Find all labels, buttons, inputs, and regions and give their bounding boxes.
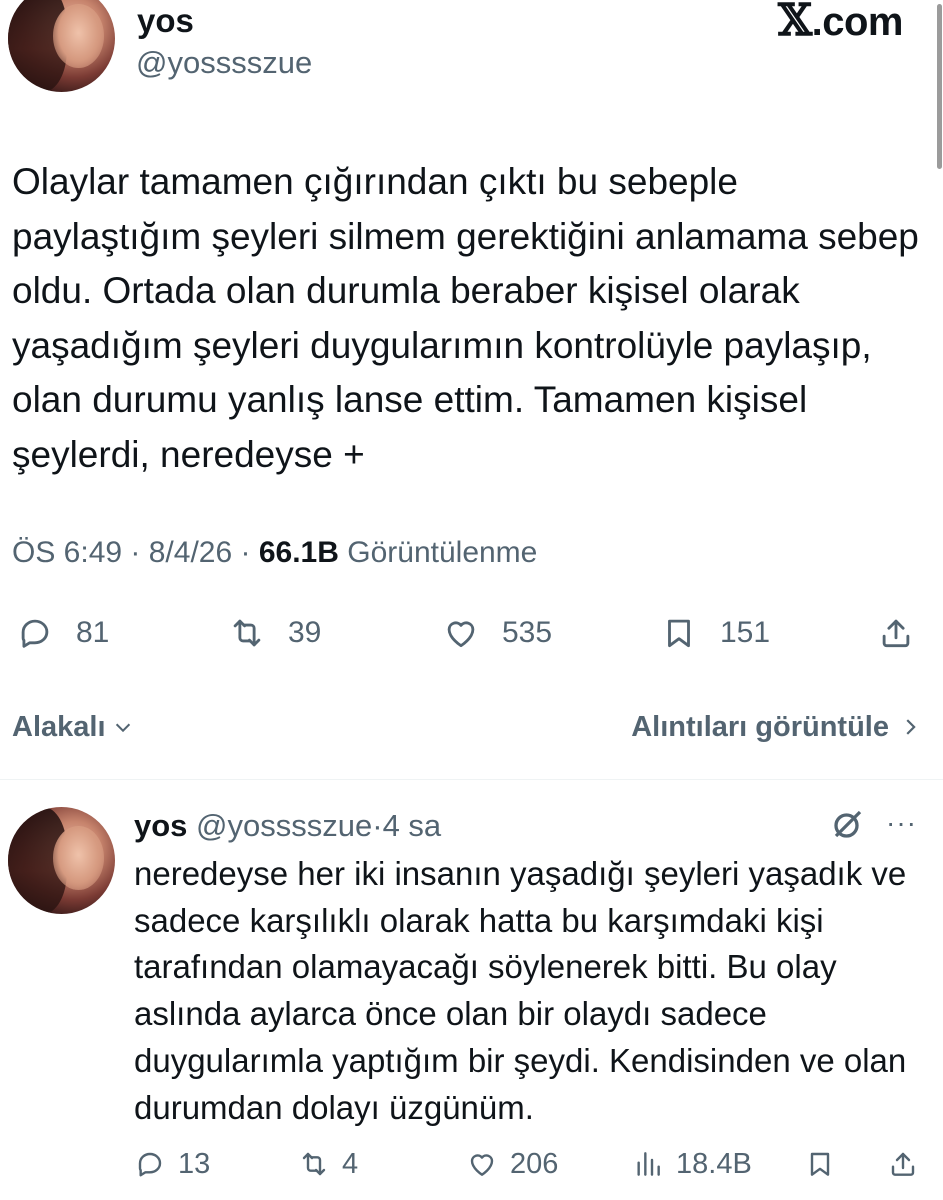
bookmark-count: 151 [720, 616, 771, 649]
chevron-right-icon [906, 719, 916, 735]
repost-count: 39 [288, 616, 322, 649]
grok-button[interactable] [830, 806, 870, 846]
tweet-action-bar: 81 39 535 151 [0, 605, 943, 661]
reply-handle[interactable]: @yosssszue [196, 808, 372, 843]
meta-separator: · [130, 536, 149, 569]
x-logo-icon: 𝕏 [778, 0, 812, 46]
repost-arrows-icon [302, 1152, 326, 1176]
relevance-label: Alakalı [12, 711, 106, 743]
tweet-meta: ÖS 6:49 · 8/4/26 · 66.1B Görüntülenme [12, 533, 537, 573]
tweet-display-name[interactable]: yos [137, 2, 194, 40]
views-label: Görüntülenme [347, 536, 538, 569]
reply-header: yos @yosssszue·4 sa [134, 806, 441, 846]
bookmark-icon [668, 619, 690, 648]
reply-repost-count: 4 [342, 1147, 359, 1180]
scrollbar[interactable] [937, 0, 943, 170]
reply-action-bar: 13 4 206 18.4B [0, 1140, 943, 1188]
reply-share-button[interactable] [887, 1140, 919, 1188]
view-quotes-link[interactable]: Alıntıları görüntüle [631, 705, 921, 749]
bookmark-button[interactable]: 151 [660, 605, 770, 661]
reply-separator: · [372, 808, 383, 843]
bookmark-icon [810, 1152, 830, 1176]
reply-reply-button[interactable]: 13 [134, 1140, 210, 1188]
reply-reply-count: 13 [178, 1147, 211, 1180]
share-upload-icon [882, 619, 910, 648]
x-brand-logo: 𝕏.com [778, 0, 904, 46]
quotes-label: Alıntıları görüntüle [631, 711, 889, 743]
scrollbar-thumb[interactable] [937, 4, 942, 169]
share-upload-icon [891, 1152, 915, 1176]
speech-bubble-icon [138, 1152, 162, 1177]
reply-time[interactable]: 4 sa [383, 808, 442, 843]
replies-filter-row: Alakalı Alıntıları görüntüle [0, 705, 943, 749]
tweet-text: Olaylar tamamen çığırından çıktı bu sebe… [12, 161, 919, 475]
tweet-handle[interactable]: @yosssszue [136, 45, 312, 81]
reply-views-count: 18.4B [676, 1147, 752, 1180]
reply-button[interactable]: 81 [16, 605, 109, 661]
speech-bubble-icon [21, 619, 49, 648]
brand-domain: .com [811, 0, 904, 44]
reply-like-button[interactable]: 206 [466, 1140, 558, 1188]
reply-count: 81 [76, 616, 110, 649]
reply-like-count: 206 [510, 1147, 559, 1180]
like-count: 535 [502, 616, 553, 649]
tweet-time[interactable]: ÖS 6:49 [12, 536, 122, 569]
avatar-face-shape [52, 4, 105, 69]
heart-icon [447, 621, 475, 648]
tweet-date[interactable]: 8/4/26 [149, 536, 232, 569]
avatar[interactable] [8, 0, 115, 92]
slashed-circle-icon [834, 810, 862, 838]
reply-text: neredeyse her iki insanın yaşadığı şeyle… [134, 855, 907, 1126]
meta-separator: · [240, 536, 259, 569]
reply-avatar[interactable] [8, 807, 115, 914]
views-count[interactable]: 66.1B [259, 536, 339, 569]
reply-bookmark-button[interactable] [804, 1140, 836, 1188]
avatar-face-shape [52, 826, 105, 891]
share-button[interactable] [877, 605, 915, 661]
reply-views-button[interactable]: 18.4B [632, 1140, 752, 1188]
reply-repost-button[interactable]: 4 [298, 1140, 358, 1188]
more-options-button[interactable]: ··· [886, 806, 917, 840]
chevron-down-icon [115, 723, 130, 733]
repost-arrows-icon [233, 619, 261, 647]
repost-button[interactable]: 39 [228, 605, 321, 661]
like-button[interactable]: 535 [442, 605, 552, 661]
relevance-dropdown[interactable]: Alakalı [12, 705, 134, 749]
reply-display-name[interactable]: yos [134, 808, 187, 843]
bar-chart-icon [637, 1152, 660, 1176]
heart-icon [470, 1154, 494, 1176]
divider [0, 779, 943, 780]
